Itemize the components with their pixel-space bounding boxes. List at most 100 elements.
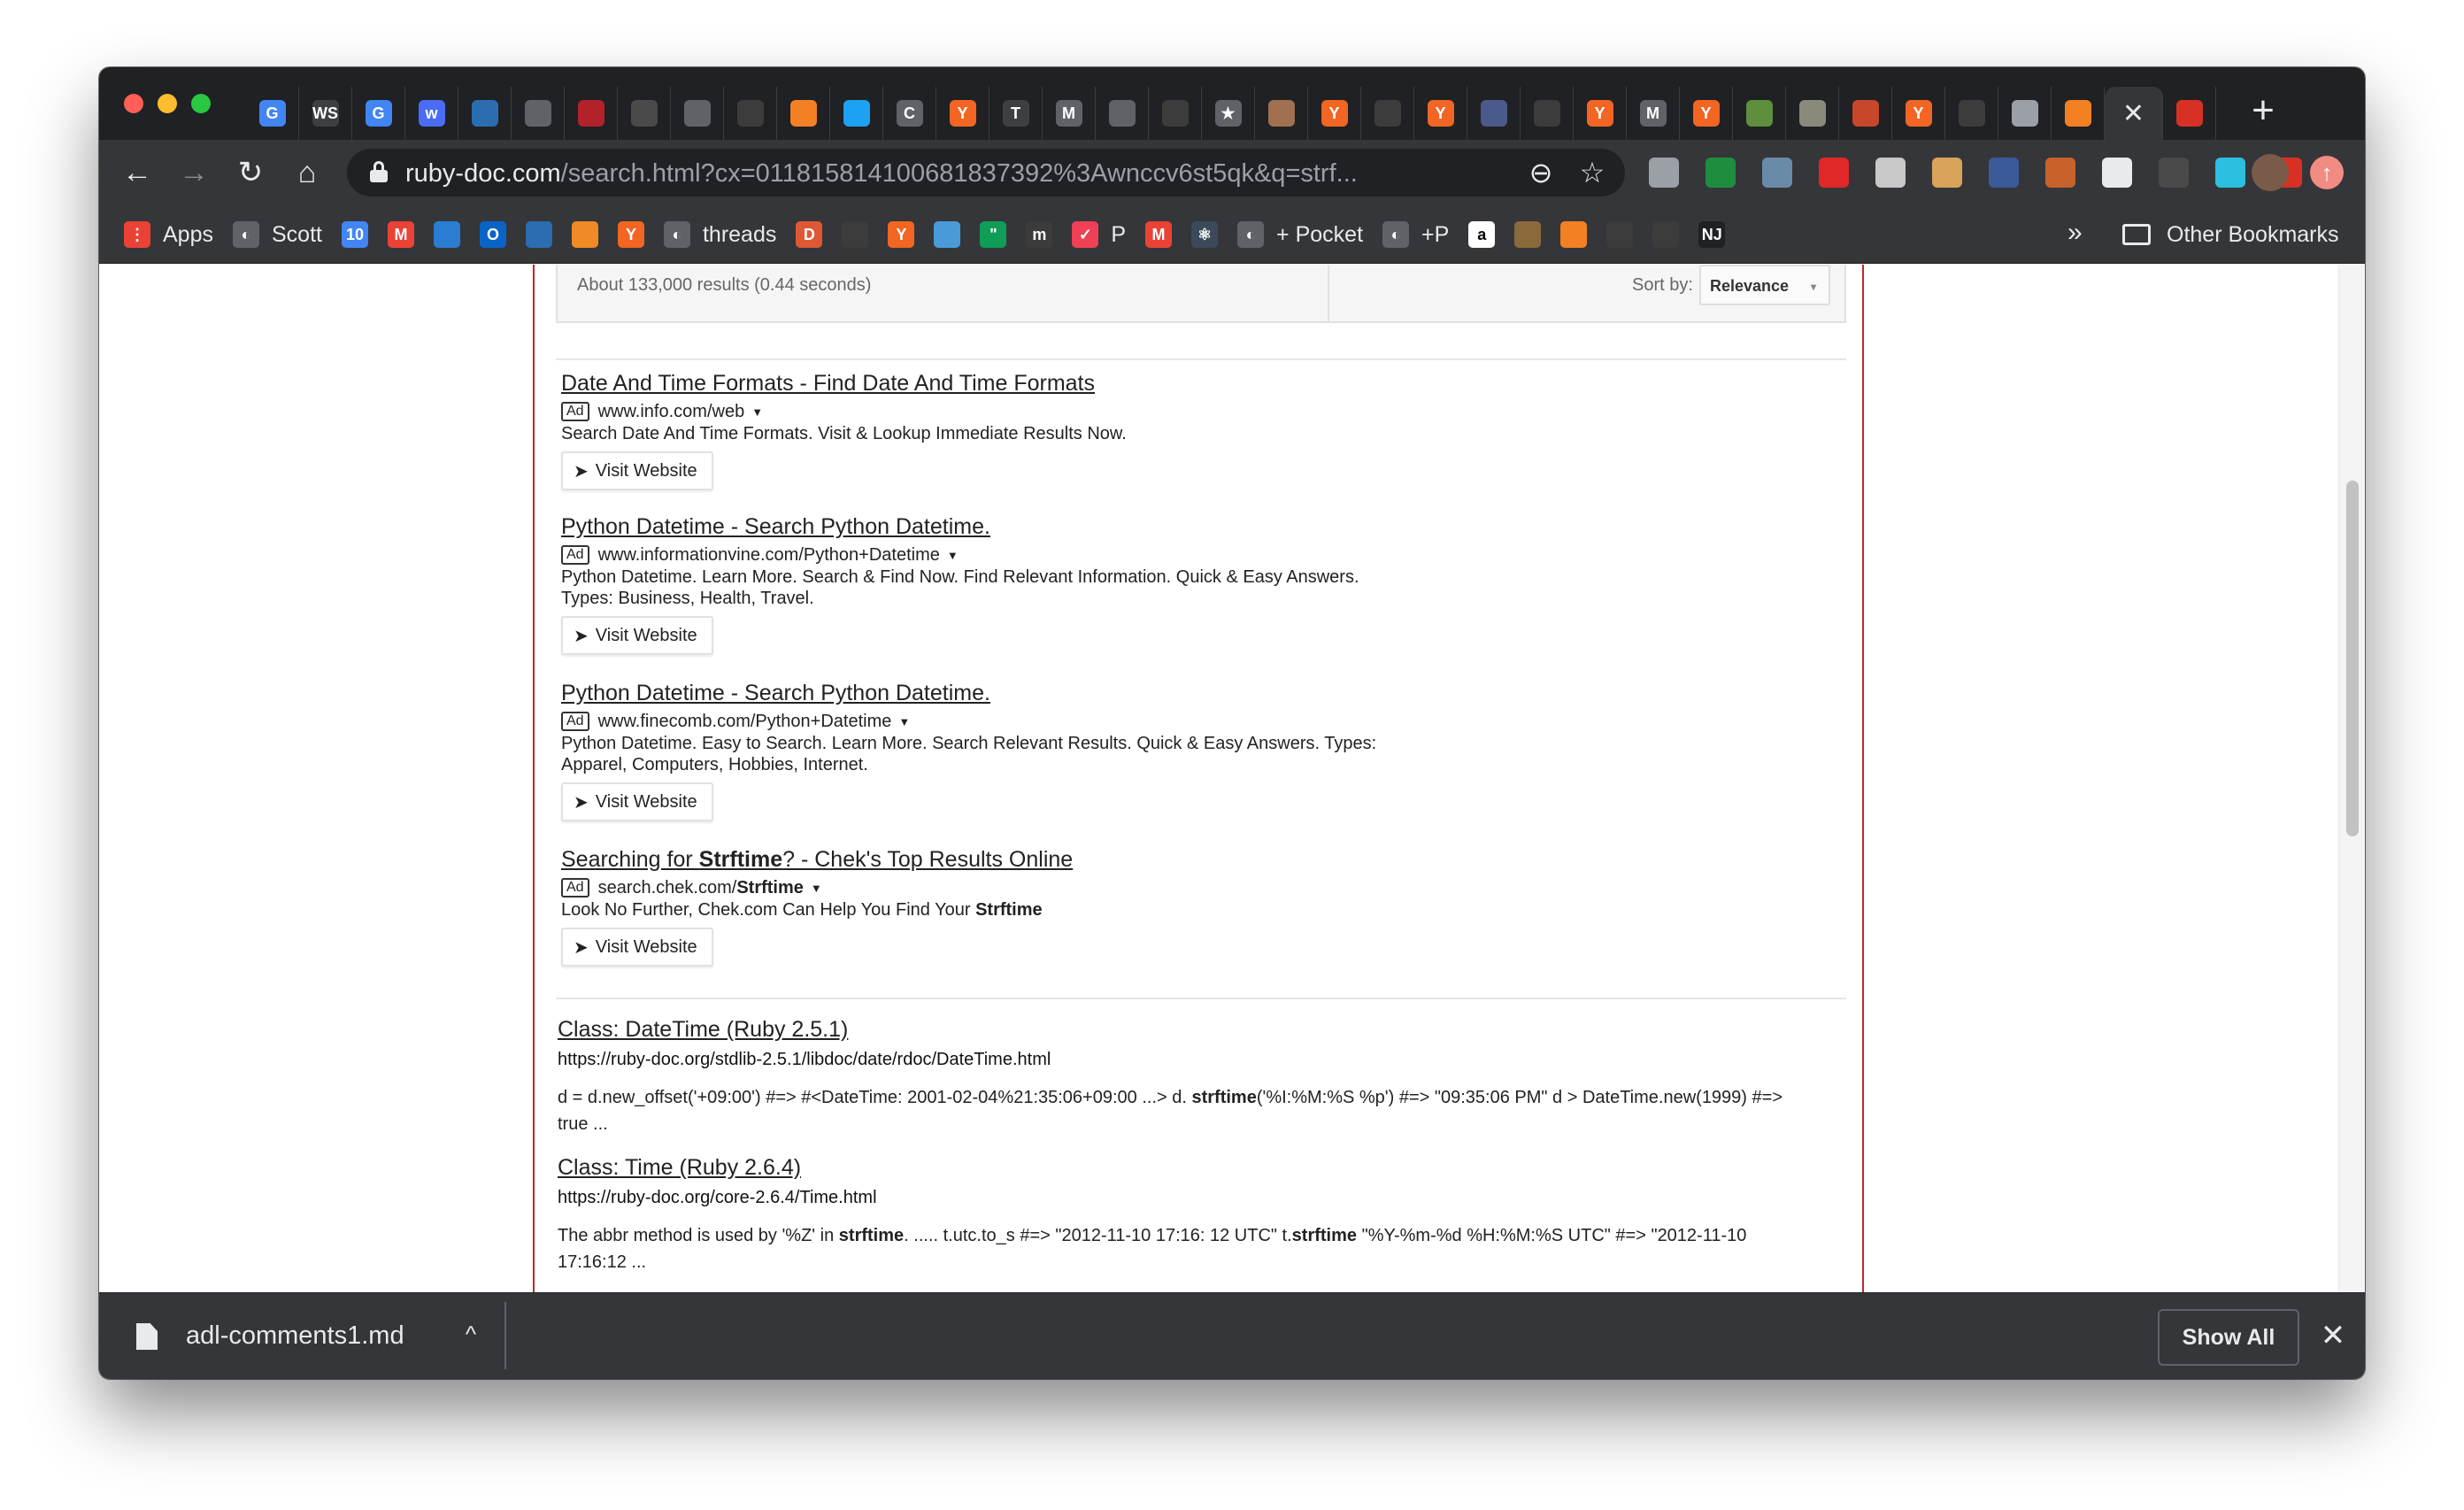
visit-website-button[interactable]: ➤ Visit Website: [561, 782, 713, 821]
vertical-scrollbar[interactable]: [2338, 265, 2365, 1292]
octopus-icon[interactable]: [2096, 152, 2138, 193]
tab[interactable]: C: [883, 87, 936, 140]
lock-icon[interactable]: [370, 161, 388, 182]
chevron-up-icon[interactable]: ^: [453, 1316, 489, 1352]
nj-icon[interactable]: [2039, 152, 2082, 193]
bookmark-item[interactable]: Y: [888, 214, 915, 255]
visit-website-button[interactable]: ➤ Visit Website: [561, 928, 713, 967]
tab[interactable]: [671, 87, 724, 140]
cast-icon[interactable]: [1643, 152, 1685, 193]
tab[interactable]: [1521, 87, 1574, 140]
ssl-icon[interactable]: [1983, 152, 2025, 193]
tab[interactable]: [1839, 87, 1892, 140]
tab[interactable]: w: [405, 87, 458, 140]
tab[interactable]: [1096, 87, 1149, 140]
close-window-button[interactable]: [124, 94, 143, 113]
url-text[interactable]: ruby-doc.com/search.html?cx=011815814100…: [405, 159, 1358, 189]
bookmark-item[interactable]: O: [479, 214, 506, 255]
bookmark-star-icon[interactable]: ☆: [1575, 156, 1609, 189]
bookmark-item[interactable]: ◐ Scott: [232, 214, 322, 255]
visit-website-button[interactable]: ➤ Visit Website: [561, 451, 713, 490]
bookmark-item[interactable]: 10: [341, 214, 368, 255]
close-icon[interactable]: ✕: [2315, 1318, 2351, 1353]
tab[interactable]: [777, 87, 830, 140]
bookmark-item[interactable]: [1514, 214, 1542, 255]
tab[interactable]: Y: [1680, 87, 1733, 140]
bookmark-item[interactable]: [571, 214, 598, 255]
tab[interactable]: [2163, 87, 2216, 140]
more-bookmarks-button[interactable]: »: [2067, 218, 2083, 248]
download-filename[interactable]: adl-comments1.md: [186, 1321, 404, 1351]
tab[interactable]: [1467, 87, 1521, 140]
scrollbar-thumb[interactable]: [2346, 481, 2359, 836]
dropdown-triangle-icon[interactable]: ▼: [947, 549, 959, 562]
q-icon[interactable]: [2152, 152, 2195, 193]
tab[interactable]: M: [1627, 87, 1680, 140]
map-ext-icon[interactable]: [2209, 152, 2252, 193]
tab[interactable]: [1786, 87, 1839, 140]
tab[interactable]: [512, 87, 565, 140]
tab[interactable]: [830, 87, 883, 140]
bookmark-item[interactable]: a: [1468, 214, 1496, 255]
bookmark-item[interactable]: [934, 214, 961, 255]
bookmark-item[interactable]: ": [980, 214, 1007, 255]
forward-button[interactable]: →: [173, 152, 214, 193]
tab[interactable]: G: [246, 87, 299, 140]
bookmark-item[interactable]: [433, 214, 460, 255]
bookmark-item[interactable]: ◐ + Pocket: [1237, 214, 1363, 255]
ad-url[interactable]: www.info.com/web: [598, 402, 745, 422]
dropdown-triangle-icon[interactable]: ▼: [898, 715, 910, 728]
other-bookmarks-folder[interactable]: Other Bookmarks: [2122, 214, 2339, 255]
bookmark-item[interactable]: ⋮ Apps: [124, 214, 213, 255]
green-dot-icon[interactable]: [1699, 152, 1742, 193]
bookmark-item[interactable]: Y: [617, 214, 644, 255]
ad-title-link[interactable]: Python Datetime - Search Python Datetime…: [561, 514, 1359, 540]
bookmark-item[interactable]: M: [387, 214, 414, 255]
tab[interactable]: [1255, 87, 1308, 140]
tab[interactable]: Y: [1414, 87, 1467, 140]
tab[interactable]: [1733, 87, 1786, 140]
tab[interactable]: Y: [936, 87, 989, 140]
home-button[interactable]: ⌂: [287, 152, 327, 193]
ad-title-link[interactable]: Python Datetime - Search Python Datetime…: [561, 681, 1376, 706]
bookmark-item[interactable]: [525, 214, 552, 255]
tab[interactable]: WS: [299, 87, 352, 140]
bookmark-item[interactable]: M: [1145, 214, 1173, 255]
ad-url[interactable]: www.informationvine.com/Python+Datetime: [598, 545, 940, 566]
update-icon[interactable]: ↑: [2310, 156, 2344, 189]
tab[interactable]: Y: [1308, 87, 1361, 140]
dropdown-triangle-icon[interactable]: ▼: [811, 882, 822, 895]
bookmark-item[interactable]: NJ: [1698, 214, 1726, 255]
zoom-icon[interactable]: ⊖: [1524, 156, 1558, 189]
result-title-link[interactable]: Class: Time (Ruby 2.6.4): [558, 1155, 1797, 1181]
robot-icon[interactable]: [1926, 152, 1968, 193]
close-icon[interactable]: ✕: [2121, 99, 2147, 128]
ad-url[interactable]: search.chek.com/Strftime: [598, 878, 804, 898]
active-tab[interactable]: ✕: [2105, 87, 2163, 140]
visit-website-button[interactable]: ➤ Visit Website: [561, 616, 713, 655]
ad-title-link[interactable]: Date And Time Formats - Find Date And Ti…: [561, 371, 1127, 397]
tab[interactable]: Y: [1892, 87, 1945, 140]
tab[interactable]: [1149, 87, 1202, 140]
back-button[interactable]: ←: [117, 152, 158, 193]
bookmark-item[interactable]: ◐ threads: [663, 214, 776, 255]
mmra-icon[interactable]: [1869, 152, 1912, 193]
bookmark-item[interactable]: [1560, 214, 1588, 255]
tab[interactable]: [1945, 87, 1998, 140]
bookmark-item[interactable]: m: [1026, 214, 1053, 255]
tab[interactable]: ★: [1202, 87, 1255, 140]
result-title-link[interactable]: Class: DateTime (Ruby 2.5.1): [558, 1017, 1797, 1043]
bookmark-item[interactable]: [1606, 214, 1634, 255]
tab[interactable]: [618, 87, 671, 140]
reload-button[interactable]: ↻: [230, 152, 271, 193]
bookmark-item[interactable]: ⚛: [1191, 214, 1219, 255]
profile-avatar[interactable]: [2252, 154, 2289, 191]
show-all-button[interactable]: Show All: [2158, 1309, 2299, 1366]
dropdown-triangle-icon[interactable]: ▼: [751, 405, 763, 419]
bookmark-item[interactable]: [1652, 214, 1680, 255]
tab[interactable]: Y: [1574, 87, 1627, 140]
ad-title-link[interactable]: Searching for Strftime? - Chek's Top Res…: [561, 847, 1073, 873]
tab[interactable]: [458, 87, 512, 140]
bookmark-item[interactable]: ◐ +P: [1382, 214, 1449, 255]
minimize-window-button[interactable]: [158, 94, 177, 113]
